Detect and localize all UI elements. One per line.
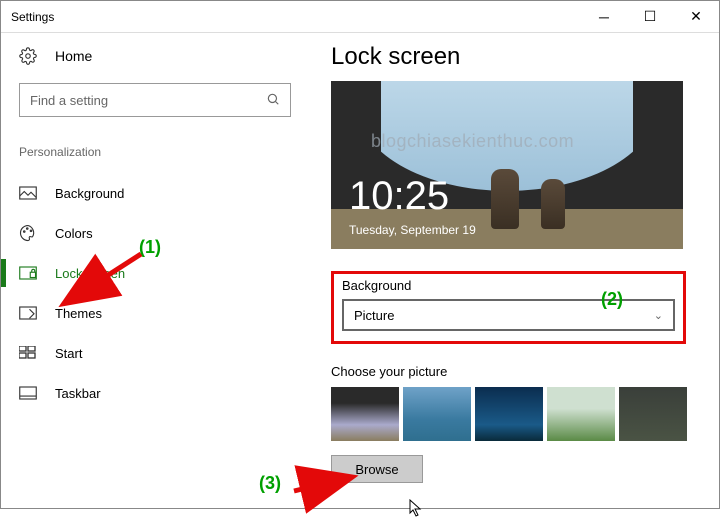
lock-screen-preview: blogchiasekienthuc.com 10:25 Tuesday, Se… [331, 81, 683, 249]
palette-icon [19, 224, 37, 242]
window-controls: ─ ☐ ✕ [581, 1, 719, 33]
minimize-button[interactable]: ─ [581, 1, 627, 33]
page-title: Lock screen [331, 43, 699, 71]
dropdown-value: Picture [354, 308, 394, 323]
picture-thumb[interactable] [547, 387, 615, 441]
mouse-cursor-icon [409, 499, 423, 520]
annotation-3: (3) [259, 473, 281, 494]
window-title: Settings [11, 10, 54, 24]
picture-thumb[interactable] [331, 387, 399, 441]
preview-date: Tuesday, September 19 [349, 223, 476, 237]
close-button[interactable]: ✕ [673, 1, 719, 33]
annotation-2: (2) [601, 289, 623, 310]
picture-thumb[interactable] [619, 387, 687, 441]
background-setting-highlight: Background Picture ⌄ [331, 271, 686, 344]
watermark: blogchiasekienthuc.com [371, 131, 574, 152]
maximize-button[interactable]: ☐ [627, 1, 673, 33]
content-pane: Lock screen blogchiasekienthuc.com 10:25… [311, 33, 719, 508]
home-link[interactable]: Home [19, 47, 311, 65]
browse-label: Browse [355, 462, 398, 477]
sidebar-item-label: Colors [55, 226, 93, 241]
themes-icon [19, 304, 37, 322]
search-icon [266, 92, 280, 109]
background-label: Background [342, 278, 675, 293]
sidebar-item-label: Background [55, 186, 124, 201]
title-bar: Settings ─ ☐ ✕ [1, 1, 719, 33]
preview-time: 10:25 [349, 174, 449, 219]
annotation-arrow-1 [61, 249, 151, 314]
picture-thumb[interactable] [475, 387, 543, 441]
sidebar-item-taskbar[interactable]: Taskbar [19, 373, 311, 413]
sidebar-item-colors[interactable]: Colors [19, 213, 311, 253]
annotation-arrow-3 [289, 461, 359, 506]
section-label: Personalization [19, 145, 311, 159]
search-placeholder: Find a setting [30, 93, 108, 108]
sidebar: Home Find a setting Personalization Back… [1, 33, 311, 508]
sidebar-item-background[interactable]: Background [19, 173, 311, 213]
home-label: Home [55, 48, 92, 64]
sidebar-item-start[interactable]: Start [19, 333, 311, 373]
sidebar-item-label: Taskbar [55, 386, 101, 401]
search-input[interactable]: Find a setting [19, 83, 291, 117]
lock-screen-icon [19, 264, 37, 282]
choose-picture-label: Choose your picture [331, 364, 699, 379]
picture-icon [19, 184, 37, 202]
background-dropdown[interactable]: Picture ⌄ [342, 299, 675, 331]
picture-thumbnails [331, 387, 699, 441]
gear-icon [19, 47, 37, 65]
start-icon [19, 344, 37, 362]
sidebar-item-label: Start [55, 346, 82, 361]
picture-thumb[interactable] [403, 387, 471, 441]
chevron-down-icon: ⌄ [654, 309, 663, 322]
taskbar-icon [19, 384, 37, 402]
